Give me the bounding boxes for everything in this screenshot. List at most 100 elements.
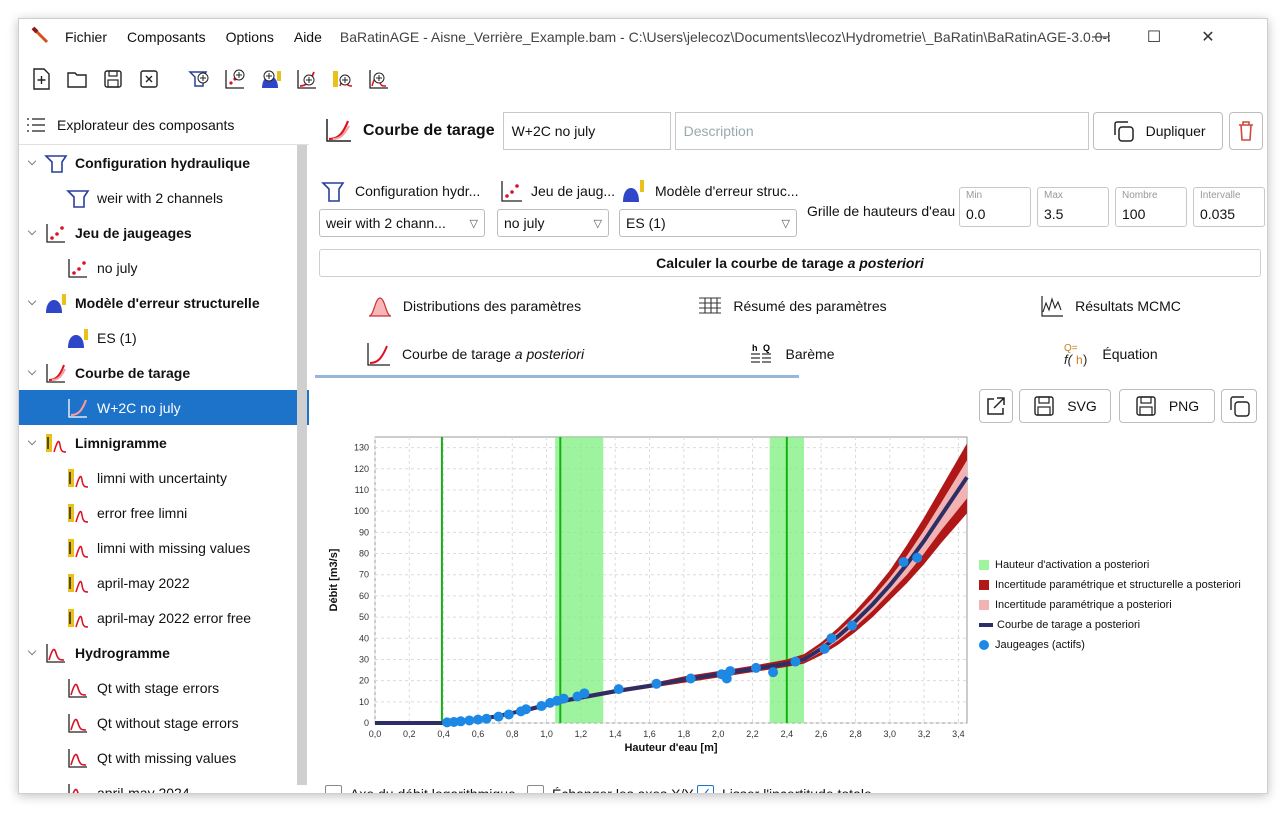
minimize-button[interactable]: — [1077,19,1123,55]
save-icon[interactable] [99,65,127,93]
y-tick-label: 70 [359,570,369,580]
add-gaugings-icon[interactable] [221,65,249,93]
add-limnigraph-icon[interactable] [329,65,357,93]
open-external-button[interactable] [979,389,1013,423]
tree-group-rating-curve[interactable]: ⌵ Courbe de tarage [19,355,309,390]
export-svg-button[interactable]: SVG [1019,389,1111,423]
tree-item-limni-2[interactable]: error free limni [19,495,309,530]
limnigraph-icon [65,572,91,594]
chevron-down-icon[interactable]: ⌵ [21,296,43,309]
delete-button[interactable] [1228,112,1263,150]
x-tick-label: 1,6 [643,729,656,739]
tree-group-error-model[interactable]: ⌵ Modèle d'erreur structurelle [19,285,309,320]
log-axis-checkbox[interactable]: Axe du débit logarithmique [325,785,516,793]
hydrograph-icon [65,747,91,769]
swap-axes-checkbox[interactable]: Échanger les axes X/Y [527,785,694,793]
tree-item-qt-3[interactable]: Qt with missing values [19,740,309,775]
close-project-icon[interactable] [135,65,163,93]
open-folder-icon[interactable] [63,65,91,93]
grid-max-field[interactable]: Max 3.5 [1037,187,1109,227]
tree-item-w2c-no-july[interactable]: W+2C no july [19,390,309,425]
x-tick-label: 3,2 [918,729,931,739]
checkbox-box[interactable] [527,785,544,793]
legend-label: Jaugeages (actifs) [995,639,1085,651]
x-tick-label: 1,0 [540,729,553,739]
menu-fichier[interactable]: Fichier [55,19,117,55]
tab-bareme[interactable]: hQ Barème [633,333,951,375]
add-hydrograph-icon[interactable] [365,65,393,93]
tree-item-limni-1[interactable]: limni with uncertainty [19,460,309,495]
compute-posterior-button[interactable]: Calculer la courbe de tarage a posterior… [319,249,1261,277]
add-error-model-icon[interactable] [257,65,285,93]
field-value: 0.035 [1200,206,1236,222]
tab-param-summary[interactable]: Résumé des paramètres [633,285,951,327]
description-input[interactable]: Description [674,112,1089,150]
add-rating-curve-icon[interactable] [293,65,321,93]
new-project-icon[interactable] [27,65,55,93]
duplicate-button[interactable]: Dupliquer [1092,112,1223,150]
rating-curve-name-input[interactable]: W+2C no july [502,112,671,150]
tabs-row-2: Courbe de tarage a posteriori hQ Barème … [315,333,1267,375]
field-value: 0.0 [966,206,986,222]
sidebar-scrollbar[interactable] [297,145,307,785]
export-png-button[interactable]: PNG [1119,389,1215,423]
trash-icon [1238,121,1253,141]
save-icon [1136,396,1156,416]
tree-group-gaugings[interactable]: ⌵ Jeu de jaugeages [19,215,309,250]
tree-item-qt-4[interactable]: april-may 2024 [19,775,309,793]
x-tick-label: 2,0 [712,729,725,739]
tree-item-limni-5[interactable]: april-may 2022 error free [19,600,309,635]
error-model-select[interactable]: ES (1) ▽ [619,209,797,237]
tree-item-limni-4[interactable]: april-may 2022 [19,565,309,600]
tree-item-limni-3[interactable]: limni with missing values [19,530,309,565]
menu-composants[interactable]: Composants [117,19,216,55]
gauging-point [521,704,532,715]
grid-min-field[interactable]: Min 0.0 [959,187,1031,227]
checkbox-checked-icon[interactable]: ✓ [697,785,714,793]
y-tick-label: 30 [359,654,369,664]
chevron-down-icon[interactable]: ⌵ [21,436,43,449]
hydraulic-config-select[interactable]: weir with 2 chann... ▽ [319,209,485,237]
menu-options[interactable]: Options [216,19,284,55]
chevron-down-icon[interactable]: ⌵ [21,226,43,239]
tree-group-hydraulic[interactable]: ⌵ Configuration hydraulique [19,145,309,180]
svg-text:h: h [1076,353,1083,367]
tree-item-qt-1[interactable]: Qt with stage errors [19,670,309,705]
hydrograph-icon [65,712,91,734]
tab-posterior-rating-curve[interactable]: Courbe de tarage a posteriori [315,333,633,375]
chevron-down-icon[interactable]: ⌵ [21,366,43,379]
button-label: SVG [1067,398,1097,414]
gaugings-select[interactable]: no july ▽ [497,209,609,237]
grid-count-field[interactable]: Nombre 100 [1115,187,1187,227]
tab-param-distributions[interactable]: Distributions des paramètres [315,285,633,327]
x-tick-label: 3,4 [952,729,965,739]
close-button[interactable]: ✕ [1185,19,1231,55]
gaugings-icon [43,222,69,244]
chevron-down-icon[interactable]: ⌵ [21,646,43,659]
tab-label: Résumé des paramètres [733,298,887,314]
tree-item-label: W+2C no july [97,399,181,416]
tree-item-es1[interactable]: ES (1) [19,320,309,355]
menu-aide[interactable]: Aide [284,19,332,55]
y-tick-label: 90 [359,527,369,537]
gauging-point [651,678,662,689]
tree-group-hydrograph[interactable]: ⌵ Hydrogramme [19,635,309,670]
chevron-down-icon[interactable]: ⌵ [21,156,43,169]
tree-item-no-july[interactable]: no july [19,250,309,285]
limnigraph-icon [65,502,91,524]
copy-plot-button[interactable] [1221,389,1257,423]
tree-group-limnigraph[interactable]: ⌵ Limnigramme [19,425,309,460]
title-bar: Fichier Composants Options Aide BaRatinA… [19,19,1267,55]
add-hydraulic-config-icon[interactable] [185,65,213,93]
duplicate-label: Dupliquer [1145,123,1206,139]
smooth-uncertainty-checkbox[interactable]: ✓ Lisser l'incertitude totale [697,785,872,793]
tab-equation[interactable]: Q= f(h) Équation [951,333,1267,375]
tab-mcmc-results[interactable]: Résultats MCMC [951,285,1267,327]
tree-item-qt-2[interactable]: Qt without stage errors [19,705,309,740]
grid-interval-field[interactable]: Intervalle 0.035 [1193,187,1265,227]
label-text: Configuration hydr... [355,183,481,199]
tree-item-weir[interactable]: weir with 2 channels [19,180,309,215]
maximize-button[interactable]: ☐ [1131,19,1177,55]
tree-item-label: weir with 2 channels [97,189,224,206]
checkbox-box[interactable] [325,785,342,793]
